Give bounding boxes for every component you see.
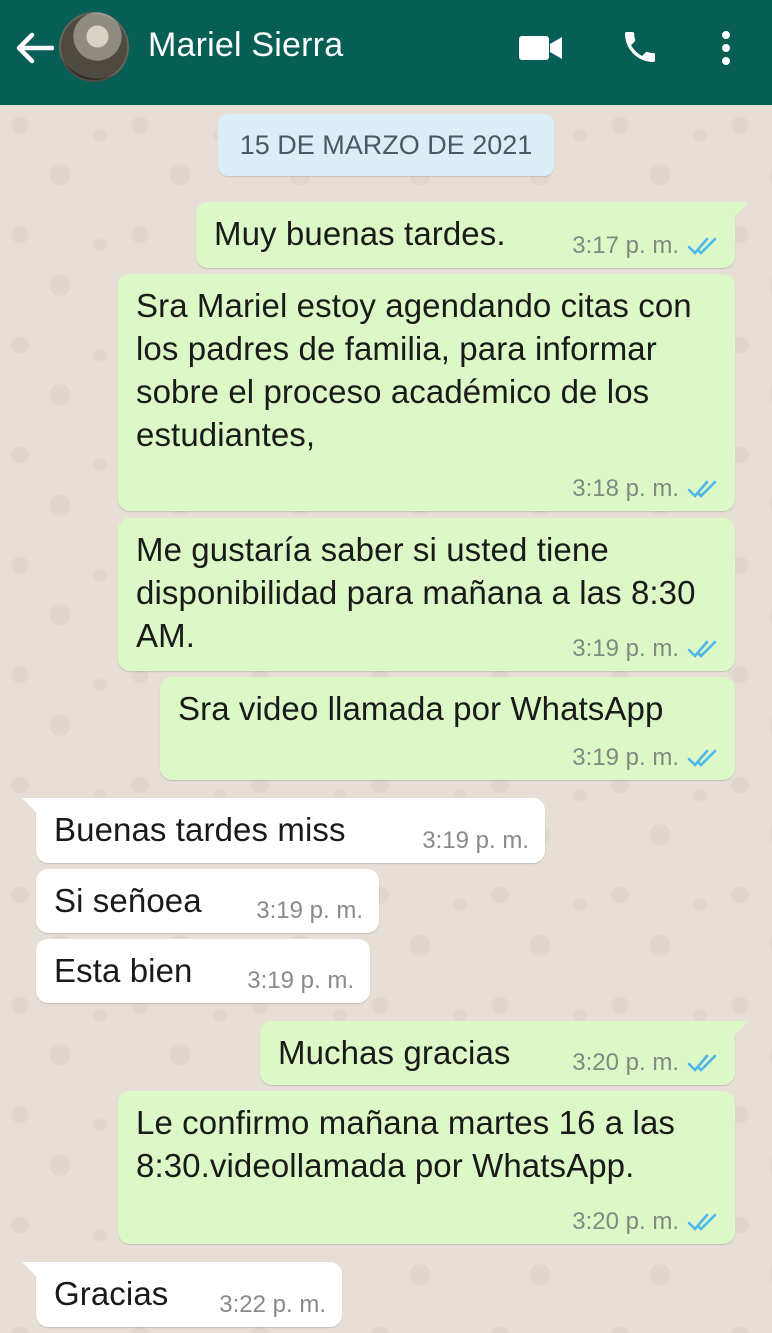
message-time: 3:19 p. m. (422, 827, 529, 854)
read-ticks-icon (687, 1213, 717, 1231)
outgoing-message[interactable]: Le confirmo mañana martes 16 a las 8:30.… (118, 1091, 735, 1244)
message-meta: 3:19 p. m. (572, 744, 719, 772)
message-meta: 3:19 p. m. (422, 827, 529, 855)
message-meta: 3:17 p. m. (572, 232, 719, 260)
incoming-message[interactable]: Buenas tardes miss 3:19 p. m. (22, 798, 545, 863)
message-meta: 3:20 p. m. (572, 1208, 719, 1236)
outgoing-message[interactable]: Muchas gracias 3:20 p. m. (260, 1021, 749, 1085)
message-time: 3:22 p. m. (219, 1291, 326, 1318)
outgoing-message[interactable]: Sra Mariel estoy agendando citas con los… (118, 274, 735, 511)
video-call-icon[interactable] (519, 34, 563, 62)
message-time: 3:20 p. m. (572, 1208, 679, 1235)
message-text: Le confirmo mañana martes 16 a las 8:30.… (136, 1104, 676, 1184)
whatsapp-chat-screen: Mariel Sierra 15 DE MARZO DE 2021 Muy bu… (0, 0, 772, 1333)
message-time: 3:20 p. m. (572, 1049, 679, 1076)
message-text: Sra Mariel estoy agendando citas con los… (136, 287, 692, 453)
message-time: 3:19 p. m. (572, 635, 679, 662)
outgoing-message[interactable]: Sra video llamada por WhatsApp 3:19 p. m… (160, 677, 735, 780)
date-label: 15 DE MARZO DE 2021 (218, 114, 554, 176)
message-meta: 3:18 p. m. (572, 475, 719, 503)
message-text: Sra video llamada por WhatsApp (178, 690, 664, 727)
message-time: 3:18 p. m. (572, 475, 679, 502)
chat-area[interactable]: 15 DE MARZO DE 2021 Muy buenas tardes. 3… (0, 105, 772, 1333)
read-ticks-icon (687, 1054, 717, 1072)
more-vert-icon[interactable] (716, 30, 736, 66)
incoming-message[interactable]: Gracias 3:22 p. m. (22, 1262, 342, 1327)
contact-name[interactable]: Mariel Sierra (148, 26, 343, 65)
incoming-message[interactable]: Esta bien 3:19 p. m. (36, 939, 370, 1003)
message-time: 3:19 p. m. (572, 744, 679, 771)
read-ticks-icon (687, 237, 717, 255)
chat-header: Mariel Sierra (0, 0, 772, 105)
message-meta: 3:19 p. m. (256, 897, 363, 925)
message-time: 3:17 p. m. (572, 232, 679, 259)
read-ticks-icon (687, 640, 717, 658)
arrow-back-icon[interactable] (14, 30, 54, 66)
phone-icon[interactable] (620, 27, 660, 67)
outgoing-message[interactable]: Muy buenas tardes. 3:17 p. m. (196, 202, 749, 268)
message-time: 3:19 p. m. (256, 897, 363, 924)
outgoing-message[interactable]: Me gustaría saber si usted tiene disponi… (118, 518, 735, 671)
message-time: 3:19 p. m. (247, 967, 354, 994)
message-meta: 3:22 p. m. (219, 1291, 326, 1319)
message-meta: 3:19 p. m. (572, 635, 719, 663)
message-meta: 3:19 p. m. (247, 967, 354, 995)
read-ticks-icon (687, 480, 717, 498)
incoming-message[interactable]: Si señoea 3:19 p. m. (36, 869, 379, 933)
avatar[interactable] (59, 12, 129, 82)
message-meta: 3:20 p. m. (572, 1049, 719, 1077)
read-ticks-icon (687, 749, 717, 767)
